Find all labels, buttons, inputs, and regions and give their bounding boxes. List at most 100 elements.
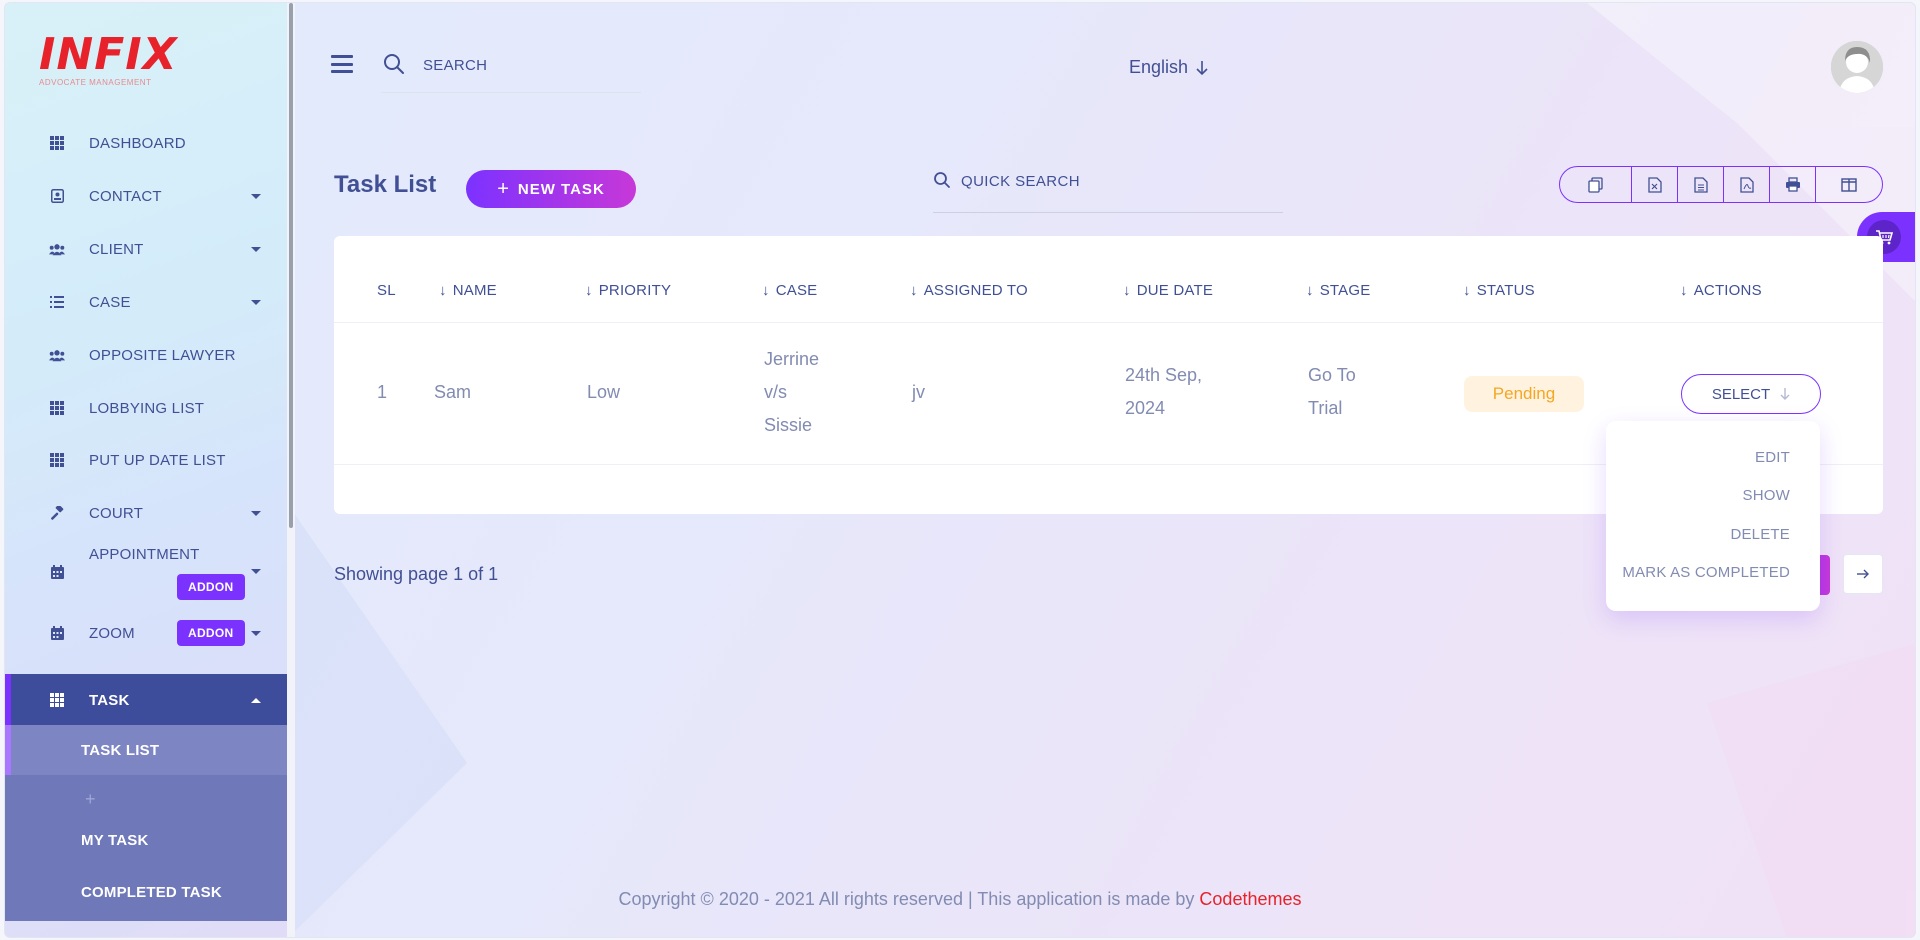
- sort-arrow-icon: ↓: [1306, 282, 1314, 299]
- sidebar-item-client[interactable]: CLIENT: [5, 224, 287, 274]
- menu-item-mark-as-completed[interactable]: MARK AS COMPLETED: [1622, 564, 1790, 581]
- sidebar-item-label: COURT: [89, 504, 144, 522]
- sidebar-item-zoom[interactable]: ZOOM ADDON: [5, 608, 287, 658]
- sidebar-item-case[interactable]: CASE: [5, 277, 287, 327]
- sidebar-subitem-task-list[interactable]: TASK LIST: [5, 725, 287, 775]
- sidebar-item-opposite-lawyer[interactable]: OPPOSITE LAWYER: [5, 330, 287, 380]
- sidebar-subitem-label: MY TASK: [81, 831, 149, 849]
- users-icon: [49, 347, 65, 363]
- column-label: ASSIGNED TO: [923, 282, 1028, 299]
- cell-sl: 1: [377, 382, 388, 402]
- sidebar-item-dashboard[interactable]: DASHBOARD: [5, 118, 287, 168]
- column-label: NAME: [452, 282, 497, 299]
- avatar[interactable]: [1831, 41, 1883, 93]
- printer-icon: [1785, 177, 1800, 192]
- menu-item-show[interactable]: SHOW: [1743, 487, 1790, 504]
- list-icon: [49, 294, 65, 310]
- stage-line: Trial: [1308, 398, 1343, 418]
- sidebar-item-label: DASHBOARD: [89, 134, 186, 152]
- sidebar-item-lobbying-list[interactable]: LOBBYING LIST: [5, 383, 287, 433]
- menu-item-delete[interactable]: DELETE: [1730, 526, 1790, 543]
- copy-button[interactable]: [1560, 167, 1632, 202]
- export-pdf-button[interactable]: [1724, 167, 1770, 202]
- brand-logo[interactable]: INFIX ADVOCATE MANAGEMENT: [39, 33, 179, 91]
- case-line: Sissie: [764, 415, 813, 435]
- divider: [334, 322, 1883, 323]
- column-header-sl: SL: [377, 282, 396, 299]
- column-header-priority[interactable]: ↓ PRIORITY: [585, 282, 671, 299]
- case-line: Jerrine: [764, 349, 820, 369]
- header-search[interactable]: SEARCH: [381, 49, 641, 93]
- footer-brand-link[interactable]: Codethemes: [1199, 889, 1301, 909]
- plus-icon: +: [85, 789, 96, 809]
- cell-assigned-to: jv: [912, 382, 925, 402]
- calendar-icon: [49, 564, 65, 580]
- sidebar-scrollbar[interactable]: [287, 3, 295, 937]
- column-header-stage[interactable]: ↓ STAGE: [1306, 282, 1370, 299]
- grid-icon: [49, 135, 65, 151]
- active-indicator: [5, 725, 11, 775]
- column-label: DUE DATE: [1136, 282, 1214, 299]
- column-label: STAGE: [1319, 282, 1371, 299]
- plus-icon: +: [497, 178, 510, 200]
- column-visibility-button[interactable]: [1816, 167, 1882, 202]
- menu-toggle-button[interactable]: [331, 55, 353, 73]
- sidebar-item-label: OPPOSITE LAWYER: [89, 346, 236, 364]
- language-select[interactable]: English: [1129, 57, 1208, 78]
- sidebar-item-label: LOBBYING LIST: [89, 399, 205, 417]
- sidebar-item-contact[interactable]: CONTACT: [5, 171, 287, 221]
- cell-priority: Low: [587, 382, 621, 402]
- active-indicator: [5, 674, 11, 726]
- gavel-icon: [49, 505, 65, 521]
- document-icon: [1693, 176, 1708, 193]
- column-label: STATUS: [1476, 282, 1535, 299]
- sidebar-item-put-up-date-list[interactable]: PUT UP DATE LIST: [5, 435, 287, 485]
- new-task-button[interactable]: + NEW TASK: [466, 170, 636, 208]
- grid-icon: [49, 692, 65, 708]
- copy-icon: [1587, 176, 1603, 193]
- sort-arrow-icon: ↓: [1463, 282, 1471, 299]
- chevron-down-icon: [251, 299, 261, 305]
- sort-arrow-icon: ↓: [762, 282, 770, 299]
- grid-icon: [49, 400, 65, 416]
- sidebar-item-label: CONTACT: [89, 187, 162, 205]
- chevron-up-icon: [251, 697, 261, 703]
- column-header-actions: ↓ ACTIONS: [1680, 282, 1762, 299]
- new-task-label: NEW TASK: [517, 180, 605, 198]
- sidebar-item-task[interactable]: TASK: [5, 674, 287, 726]
- sidebar-item-court[interactable]: COURT: [5, 488, 287, 538]
- column-header-case[interactable]: ↓ CASE: [762, 282, 817, 299]
- sort-arrow-icon: ↓: [439, 282, 447, 299]
- sidebar-item-appointment[interactable]: APPOINTMENT ADDON: [5, 539, 287, 605]
- select-label: SELECT: [1711, 385, 1771, 403]
- export-csv-button[interactable]: [1678, 167, 1724, 202]
- actions-dropdown-menu: EDIT SHOW DELETE MARK AS COMPLETED: [1606, 421, 1820, 611]
- search-input[interactable]: SEARCH: [423, 57, 487, 74]
- next-page-button[interactable]: [1843, 554, 1883, 594]
- chevron-down-icon: [251, 246, 261, 252]
- case-line: v/s: [764, 382, 788, 402]
- contact-icon: [49, 188, 65, 204]
- sidebar-subitem-my-task[interactable]: MY TASK: [5, 815, 287, 865]
- menu-item-edit[interactable]: EDIT: [1755, 449, 1790, 466]
- excel-file-icon: [1647, 176, 1662, 193]
- chevron-down-icon: [251, 630, 261, 636]
- column-header-due-date[interactable]: ↓ DUE DATE: [1123, 282, 1213, 299]
- column-header-assigned-to[interactable]: ↓ ASSIGNED TO: [910, 282, 1028, 299]
- addon-badge: ADDON: [177, 620, 245, 646]
- column-header-status[interactable]: ↓ STATUS: [1463, 282, 1535, 299]
- quick-search-input[interactable]: QUICK SEARCH: [933, 169, 1283, 213]
- export-excel-button[interactable]: [1632, 167, 1678, 202]
- sidebar: INFIX ADVOCATE MANAGEMENT DASHBOARD CONT…: [5, 3, 287, 937]
- cell-due-date: 24th Sep, 2024: [1125, 359, 1202, 425]
- page-title: Task List: [334, 171, 437, 198]
- search-icon: [934, 172, 950, 188]
- scrollbar-thumb[interactable]: [289, 3, 293, 528]
- print-button[interactable]: [1770, 167, 1816, 202]
- actions-select-button[interactable]: SELECT: [1681, 374, 1821, 414]
- export-toolbar: [1559, 166, 1883, 203]
- stage-line: Go To: [1308, 365, 1356, 385]
- due-date-line: 24th Sep,: [1125, 365, 1203, 385]
- column-header-name[interactable]: ↓ NAME: [439, 282, 497, 299]
- sidebar-item-label: CASE: [89, 293, 131, 311]
